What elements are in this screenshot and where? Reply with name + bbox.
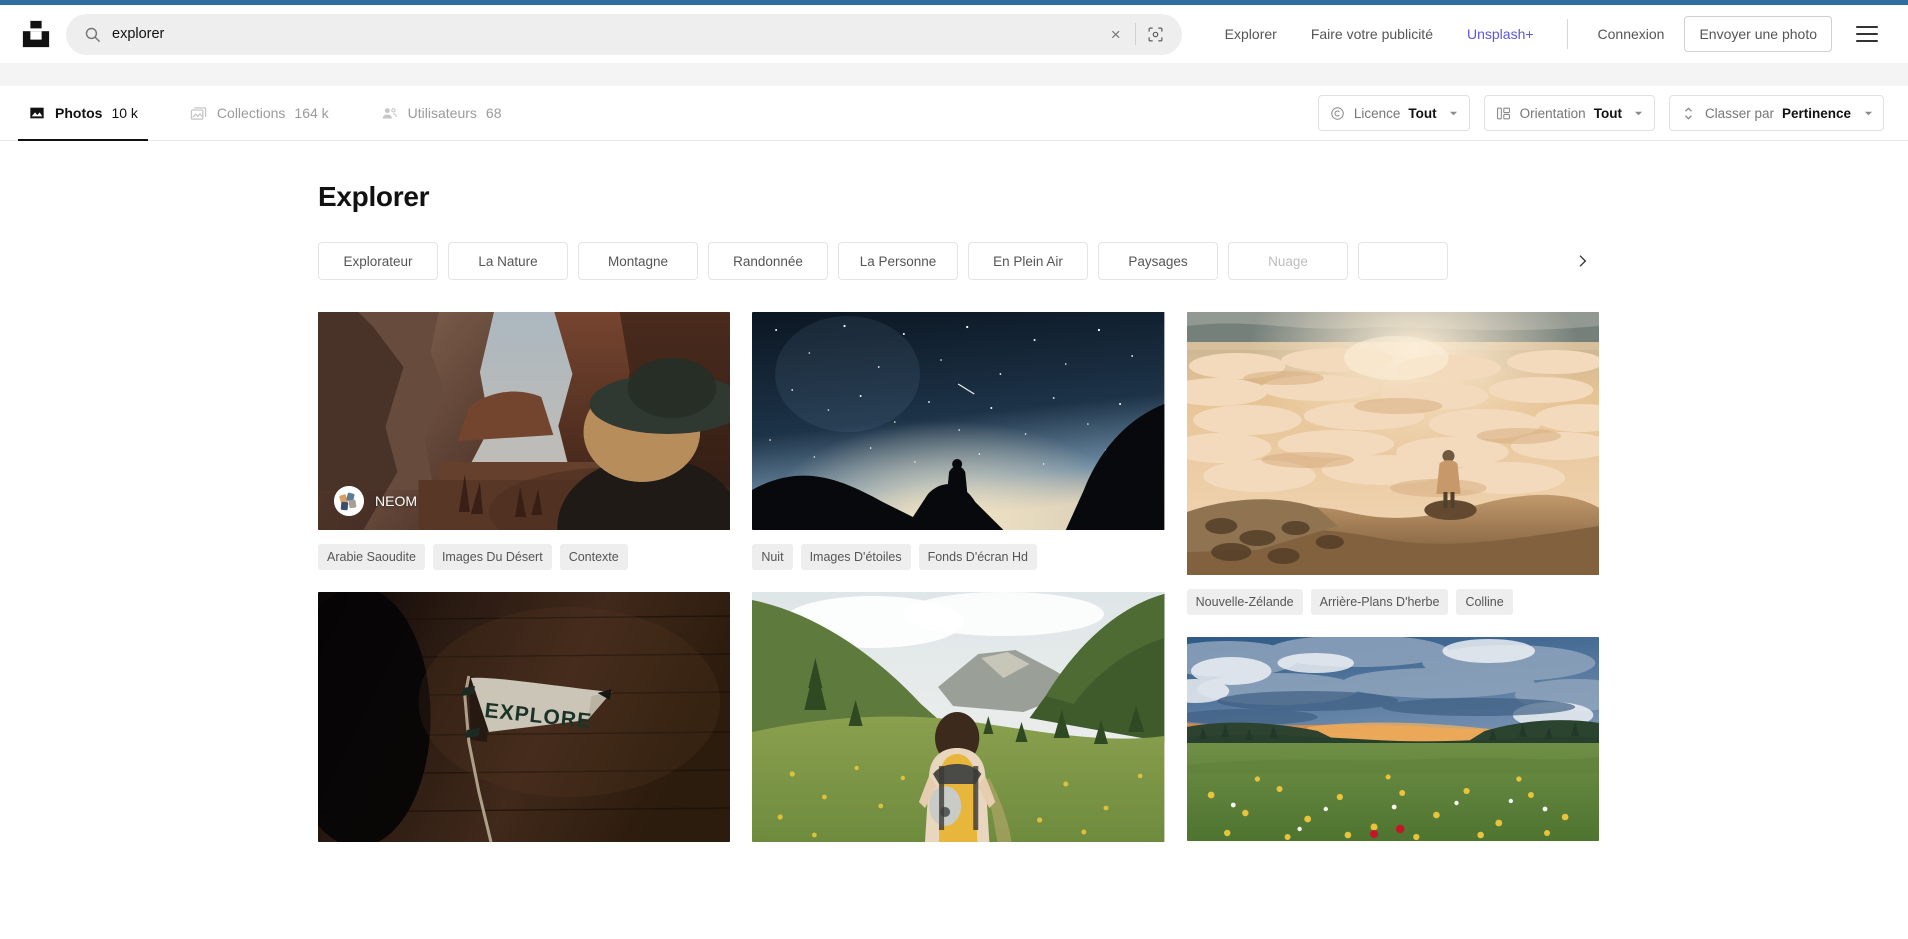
chevron-down-icon bbox=[1863, 108, 1873, 118]
chip-montagne[interactable]: Montagne bbox=[578, 242, 698, 280]
search-divider bbox=[1135, 23, 1136, 45]
tag[interactable]: Images Du Désert bbox=[433, 544, 552, 570]
chip-partial[interactable] bbox=[1358, 242, 1448, 280]
license-filter-button[interactable]: Licence Tout bbox=[1318, 95, 1470, 131]
photo-grid: NEOM Arabie Saoudite Images Du Désert Co… bbox=[318, 312, 1599, 842]
chevron-down-icon bbox=[1634, 108, 1644, 118]
photo-card: Nouvelle-Zélande Arrière-Plans D'herbe C… bbox=[1187, 312, 1599, 615]
chevron-down-icon bbox=[1449, 108, 1459, 118]
chip-en-plein-air[interactable]: En Plein Air bbox=[968, 242, 1088, 280]
content-container: Explorer Explorateur La Nature Montagne … bbox=[309, 181, 1599, 842]
photo-column-1: NEOM Arabie Saoudite Images Du Désert Co… bbox=[318, 312, 730, 842]
photo-tags: Nouvelle-Zélande Arrière-Plans D'herbe C… bbox=[1187, 589, 1599, 615]
attribution-name: NEOM bbox=[375, 493, 417, 509]
photo-canyon-woman[interactable]: NEOM bbox=[318, 312, 730, 530]
category-chips-section: Explorateur La Nature Montagne Randonnée… bbox=[318, 242, 1599, 280]
photo-card bbox=[1187, 637, 1599, 841]
license-filter-label: Licence bbox=[1354, 106, 1401, 121]
tag[interactable]: Arrière-Plans D'herbe bbox=[1311, 589, 1449, 615]
orientation-filter-button[interactable]: Orientation Tout bbox=[1484, 95, 1655, 131]
tab-photos-label: Photos bbox=[55, 105, 102, 121]
photo-above-clouds[interactable] bbox=[1187, 312, 1599, 575]
category-chips: Explorateur La Nature Montagne Randonnée… bbox=[318, 242, 1599, 280]
photo-card: Nuit Images D'étoiles Fonds D'écran Hd bbox=[752, 312, 1164, 570]
collections-icon bbox=[190, 104, 208, 122]
result-type-tabs: Photos 10 k Collections 164 k bbox=[18, 86, 543, 140]
photo-card: EXPLORE bbox=[318, 592, 730, 842]
photo-hiker-valley[interactable] bbox=[752, 592, 1164, 842]
tag[interactable]: Nouvelle-Zélande bbox=[1187, 589, 1303, 615]
photo-wildflower-meadow[interactable] bbox=[1187, 637, 1599, 841]
nav-link-explorer[interactable]: Explorer bbox=[1208, 26, 1294, 42]
page-title: Explorer bbox=[318, 181, 1599, 213]
photo-icon bbox=[28, 104, 46, 122]
tab-users-count: 68 bbox=[486, 105, 502, 121]
tab-photos-count: 10 k bbox=[111, 105, 137, 121]
chip-paysages[interactable]: Paysages bbox=[1098, 242, 1218, 280]
orientation-icon bbox=[1496, 105, 1512, 121]
copyright-icon bbox=[1330, 105, 1346, 121]
photo-starry-night[interactable] bbox=[752, 312, 1164, 530]
tab-collections-count: 164 k bbox=[294, 105, 328, 121]
tab-users[interactable]: Utilisateurs 68 bbox=[371, 86, 512, 140]
sort-filter-button[interactable]: Classer par Pertinence bbox=[1669, 95, 1884, 131]
hamburger-menu-icon[interactable] bbox=[1850, 17, 1884, 51]
search-bar[interactable]: × bbox=[66, 14, 1182, 55]
tag[interactable]: Colline bbox=[1456, 589, 1512, 615]
filter-controls: Licence Tout Orientation Tout bbox=[1318, 86, 1884, 140]
main-content: Explorer Explorateur La Nature Montagne … bbox=[0, 141, 1908, 938]
tab-photos[interactable]: Photos 10 k bbox=[18, 86, 148, 140]
tag[interactable]: Contexte bbox=[560, 544, 628, 570]
search-icon bbox=[82, 24, 102, 44]
photo-card bbox=[752, 592, 1164, 842]
sort-filter-value: Pertinence bbox=[1782, 106, 1851, 121]
nav-link-advertise[interactable]: Faire votre publicité bbox=[1294, 26, 1450, 42]
tag[interactable]: Nuit bbox=[752, 544, 792, 570]
tag[interactable]: Arabie Saoudite bbox=[318, 544, 425, 570]
photo-column-3: Nouvelle-Zélande Arrière-Plans D'herbe C… bbox=[1187, 312, 1599, 842]
tab-users-label: Utilisateurs bbox=[408, 105, 477, 121]
results-tabbar: Photos 10 k Collections 164 k bbox=[0, 86, 1908, 141]
photo-explore-pennant[interactable]: EXPLORE bbox=[318, 592, 730, 842]
header-divider bbox=[1567, 19, 1568, 49]
avatar bbox=[334, 486, 364, 516]
tag[interactable]: Fonds D'écran Hd bbox=[919, 544, 1037, 570]
chevron-right-icon[interactable] bbox=[1559, 242, 1605, 280]
tag[interactable]: Images D'étoiles bbox=[801, 544, 911, 570]
photo-card: NEOM Arabie Saoudite Images Du Désert Co… bbox=[318, 312, 730, 570]
upload-photo-button[interactable]: Envoyer une photo bbox=[1684, 16, 1832, 52]
photo-column-2: Nuit Images D'étoiles Fonds D'écran Hd bbox=[752, 312, 1164, 842]
photo-tags: Nuit Images D'étoiles Fonds D'écran Hd bbox=[752, 544, 1164, 570]
orientation-filter-label: Orientation bbox=[1520, 106, 1586, 121]
tab-collections[interactable]: Collections 164 k bbox=[180, 86, 339, 140]
search-input[interactable] bbox=[102, 14, 1105, 55]
header-separator-band bbox=[0, 63, 1908, 86]
license-filter-value: Tout bbox=[1408, 106, 1436, 121]
chip-nuage[interactable]: Nuage bbox=[1228, 242, 1348, 280]
chip-la-personne[interactable]: La Personne bbox=[838, 242, 958, 280]
primary-nav: Explorer Faire votre publicité Unsplash+ bbox=[1208, 26, 1551, 42]
clear-search-icon[interactable]: × bbox=[1105, 23, 1127, 45]
site-header: × Explorer Faire votre publicité Unsplas… bbox=[0, 5, 1908, 63]
users-icon bbox=[381, 104, 399, 122]
nav-link-unsplash-plus[interactable]: Unsplash+ bbox=[1450, 26, 1551, 42]
login-button[interactable]: Connexion bbox=[1584, 26, 1679, 42]
sort-filter-label: Classer par bbox=[1705, 106, 1774, 121]
chip-la-nature[interactable]: La Nature bbox=[448, 242, 568, 280]
sort-icon bbox=[1681, 105, 1697, 121]
tab-collections-label: Collections bbox=[217, 105, 285, 121]
visual-search-icon[interactable] bbox=[1144, 22, 1168, 46]
chip-randonnee[interactable]: Randonnée bbox=[708, 242, 828, 280]
chip-explorateur[interactable]: Explorateur bbox=[318, 242, 438, 280]
photo-tags: Arabie Saoudite Images Du Désert Context… bbox=[318, 544, 730, 570]
unsplash-logo[interactable] bbox=[18, 16, 54, 52]
photo-attribution[interactable]: NEOM bbox=[334, 486, 417, 516]
orientation-filter-value: Tout bbox=[1594, 106, 1622, 121]
